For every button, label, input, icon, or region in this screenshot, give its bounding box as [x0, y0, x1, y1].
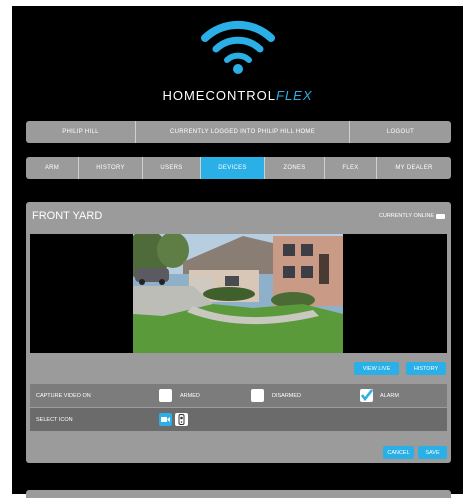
nav-tab-my-dealer[interactable]: MY DEALER	[377, 157, 451, 179]
save-button[interactable]: SAVE	[418, 446, 447, 459]
armed-label: ARMED	[180, 392, 200, 399]
video-area	[30, 234, 447, 353]
alarm-checkbox[interactable]	[360, 389, 374, 402]
brand-name: HOMECONTROLFLEX	[12, 88, 463, 103]
armed-checkbox[interactable]	[159, 389, 172, 402]
battery-icon	[436, 213, 445, 219]
camera-panel: FRONT YARD CURRENTLY ONLINE VIEW LIVE HI…	[26, 202, 451, 463]
select-icon-label: SELECT ICON	[36, 416, 73, 423]
capture-video-row: CAPTURE VIDEO ON ARMED DISARMED ALARM	[30, 384, 447, 407]
checkmark-icon	[360, 389, 374, 402]
disarmed-label: DISARMED	[272, 392, 302, 399]
user-name: PHILIP HILL	[26, 121, 136, 143]
main-nav: ARM HISTORY USERS DEVICES ZONES FLEX MY …	[26, 157, 451, 179]
alarm-label: ALARM	[380, 392, 399, 399]
select-icon-row: SELECT ICON	[30, 408, 447, 431]
history-button[interactable]: HISTORY	[406, 362, 446, 375]
video-camera-icon[interactable]	[159, 413, 172, 426]
login-status: CURRENTLY LOGGED INTO PHILIP HILL HOME	[136, 121, 350, 143]
next-panel-edge	[26, 490, 451, 498]
logout-button[interactable]: LOGOUT	[350, 121, 451, 143]
nav-tab-zones[interactable]: ZONES	[265, 157, 325, 179]
online-status: CURRENTLY ONLINE	[379, 213, 445, 219]
camera-snapshot[interactable]	[133, 234, 343, 353]
nav-tab-flex[interactable]: FLEX	[325, 157, 377, 179]
nav-tab-arm[interactable]: ARM	[26, 157, 79, 179]
nav-tab-history[interactable]: HISTORY	[79, 157, 143, 179]
status-text: CURRENTLY ONLINE	[378, 213, 434, 219]
cancel-button[interactable]: CANCEL	[383, 446, 414, 459]
brand-main: HOMECONTROL	[162, 88, 277, 103]
user-bar: PHILIP HILL CURRENTLY LOGGED INTO PHILIP…	[26, 121, 451, 143]
brand-accent: FLEX	[276, 88, 313, 103]
capture-label: CAPTURE VIDEO ON	[36, 392, 91, 399]
disarmed-checkbox[interactable]	[251, 389, 264, 402]
camera-title: FRONT YARD	[32, 210, 103, 222]
doorbell-camera-icon[interactable]	[175, 413, 188, 426]
wifi-logo-icon	[201, 20, 275, 74]
nav-tab-users[interactable]: USERS	[143, 157, 201, 179]
view-live-button[interactable]: VIEW LIVE	[354, 362, 399, 375]
logo: HOMECONTROLFLEX	[12, 14, 463, 104]
nav-tab-devices[interactable]: DEVICES	[201, 157, 265, 179]
app-frame: HOMECONTROLFLEX PHILIP HILL CURRENTLY LO…	[12, 6, 463, 498]
